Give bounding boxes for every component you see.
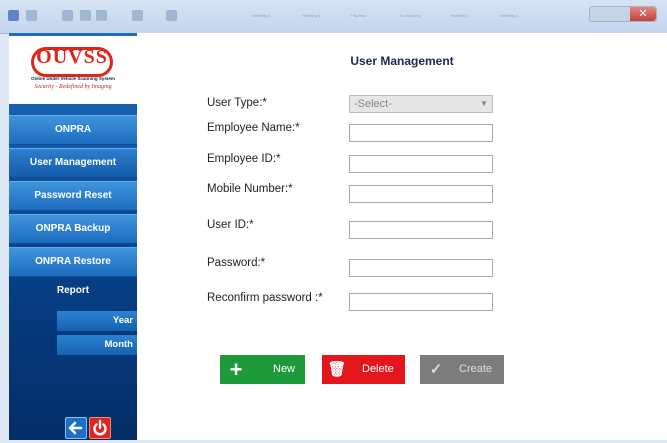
toolbar-icon[interactable] xyxy=(96,10,107,21)
sidebar-item-label: Password Reset xyxy=(34,190,112,201)
user-id-field[interactable] xyxy=(349,221,493,239)
new-button-label: New xyxy=(273,363,296,375)
employee-name-field[interactable] xyxy=(349,124,493,142)
ribbon-style-item[interactable]: Heading 2 xyxy=(500,13,518,18)
create-button[interactable]: ✓ Create xyxy=(420,355,504,384)
sidebar-item-password-reset[interactable]: Password Reset xyxy=(9,181,137,211)
sidebar-item-label: ONPRA Restore xyxy=(35,256,111,267)
toolbar-icon[interactable] xyxy=(26,10,37,21)
sidebar-item-report[interactable]: Report xyxy=(9,281,137,301)
password-field[interactable] xyxy=(349,259,493,277)
reconfirm-password-label: Reconfirm password :* xyxy=(207,292,323,304)
toolbar-icon[interactable] xyxy=(80,10,91,21)
page-title: User Management xyxy=(350,54,454,68)
delete-button[interactable]: 🗑 Delete xyxy=(322,355,405,384)
logo-text: OUVSS xyxy=(36,46,108,68)
sidebar-item-user-management[interactable]: User Management xyxy=(9,148,137,178)
logo-subtitle: Online Under Vehicle Scanning System xyxy=(31,76,115,81)
sidebar-subitem-label: Year xyxy=(112,315,133,326)
mobile-number-label: Mobile Number:* xyxy=(207,183,293,195)
employee-id-field[interactable] xyxy=(349,155,493,173)
trash-icon: 🗑 xyxy=(327,361,347,378)
mobile-number-field[interactable] xyxy=(349,185,493,203)
delete-button-label: Delete xyxy=(362,363,394,375)
power-button[interactable] xyxy=(89,417,111,439)
sidebar: OUVSS Online Under Vehicle Scanning Syst… xyxy=(9,33,137,440)
plus-icon: + xyxy=(229,357,243,382)
logo-tagline: Security - Redefined by Imaging xyxy=(34,84,112,90)
window-controls: ✕ xyxy=(589,6,657,22)
sidebar-item-label: ONPRA xyxy=(54,124,92,135)
sidebar-item-onpra-backup[interactable]: ONPRA Backup xyxy=(9,214,137,244)
sidebar-item-label: User Management xyxy=(29,157,117,168)
toolbar-icon[interactable] xyxy=(62,10,73,21)
employee-id-label: Employee ID:* xyxy=(207,153,281,165)
checkmark-icon: ✓ xyxy=(429,361,443,378)
power-icon xyxy=(93,419,107,436)
chevron-down-icon: ▼ xyxy=(480,99,488,108)
toolbar-icon[interactable] xyxy=(132,10,143,21)
user-id-label: User ID:* xyxy=(207,219,254,231)
sidebar-item-onpra-restore[interactable]: ONPRA Restore xyxy=(9,247,137,277)
sidebar-subitem-year[interactable]: Year xyxy=(57,311,137,331)
sidebar-item-label: Report xyxy=(56,285,90,296)
user-management-panel: User Management User Type:* -Select- ▼ E… xyxy=(137,33,667,440)
ribbon-style-item[interactable]: Heading 4 xyxy=(302,13,320,18)
close-button[interactable]: ✕ xyxy=(630,7,656,21)
sidebar-item-label: ONPRA Backup xyxy=(35,223,111,234)
ribbon-style-item[interactable]: Heading 1 xyxy=(450,13,468,18)
user-type-label: User Type:* xyxy=(207,97,267,109)
sidebar-item-onpra[interactable]: ONPRA xyxy=(9,115,137,145)
user-type-value: -Select- xyxy=(354,98,392,110)
employee-name-label: Employee Name:* xyxy=(207,122,300,134)
ouvss-logo: OUVSS Online Under Vehicle Scanning Syst… xyxy=(9,36,137,104)
password-label: Password:* xyxy=(207,257,266,269)
back-arrow-icon xyxy=(68,421,83,435)
back-button[interactable] xyxy=(65,417,87,439)
create-button-label: Create xyxy=(459,363,493,375)
toolbar-icon[interactable] xyxy=(166,10,177,21)
ribbon-style-item[interactable]: No Spacing xyxy=(400,13,421,18)
ribbon-style-item[interactable]: T Normal xyxy=(350,13,366,18)
window-titlebar: Heading 3 Heading 4 T Normal No Spacing … xyxy=(0,0,667,34)
ribbon-style-item[interactable]: Heading 3 xyxy=(252,13,270,18)
sidebar-subitem-label: Month xyxy=(104,339,134,350)
reconfirm-password-field[interactable] xyxy=(349,293,493,311)
new-button[interactable]: + New xyxy=(220,355,305,384)
user-type-select[interactable]: -Select- ▼ xyxy=(349,95,493,113)
sidebar-subitem-month[interactable]: Month xyxy=(57,335,137,355)
app-icon xyxy=(8,10,19,21)
